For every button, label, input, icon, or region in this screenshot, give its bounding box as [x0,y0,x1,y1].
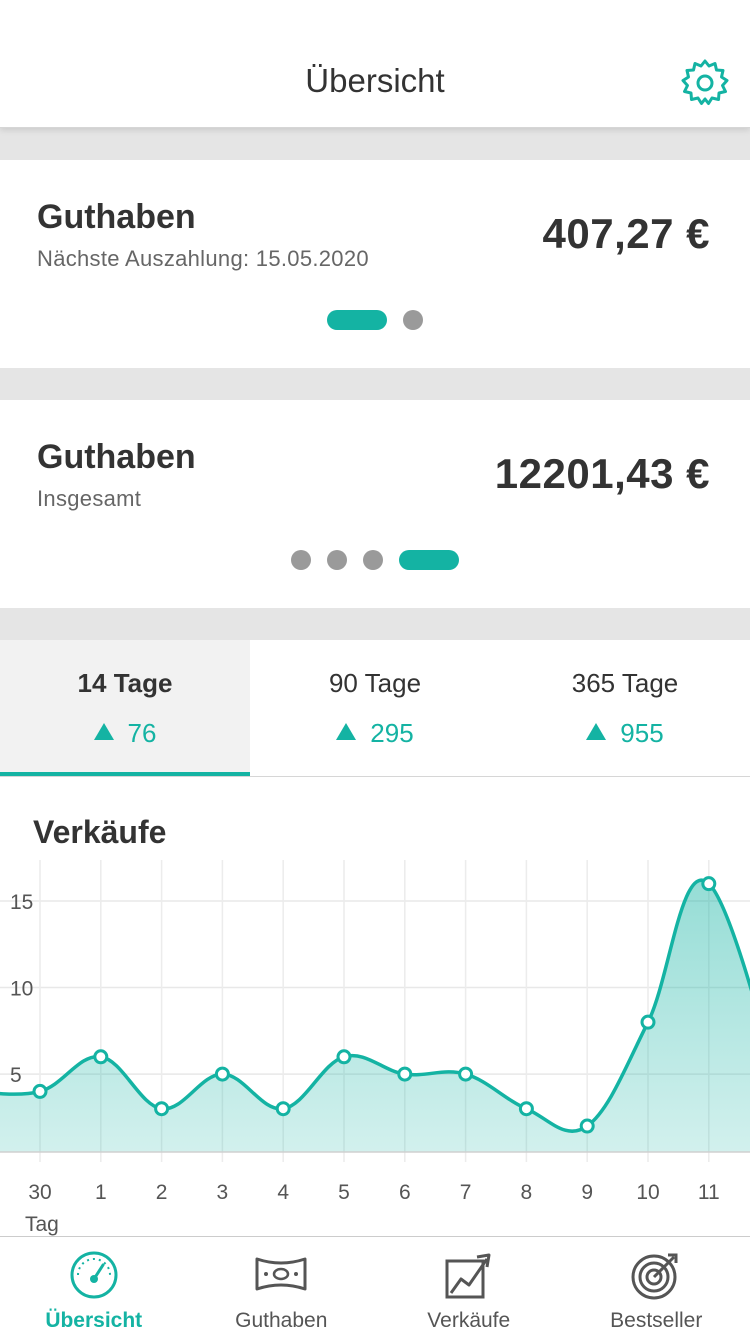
x-tick-label: 3 [217,1181,229,1204]
card-subtitle: Insgesamt [37,486,142,511]
x-tick-label: 2 [156,1181,168,1204]
tab-90-days[interactable]: 90 Tage 295 [250,640,500,776]
data-point[interactable] [214,1066,230,1082]
data-point[interactable] [93,1049,109,1065]
period-tabs: 14 Tage 76 90 Tage 295 365 Tage 955 [0,640,750,777]
tab-value: 76 [127,718,157,748]
page-indicator [0,550,750,570]
x-tick-label: 30 [28,1181,51,1204]
nav-item-balance[interactable]: Guthaben [188,1237,376,1334]
tab-value: 955 [620,718,664,748]
data-point[interactable] [518,1101,534,1117]
x-tick-label: 4 [277,1181,289,1204]
section-separator [0,608,750,640]
nav-item-overview[interactable]: Übersicht [0,1237,188,1334]
data-point[interactable] [397,1066,413,1082]
data-point[interactable] [275,1101,291,1117]
data-point[interactable] [701,876,717,892]
gear-icon[interactable] [680,58,730,108]
section-separator [0,128,750,160]
x-tick-label: 1 [95,1181,107,1204]
navigation-bar: Übersicht [0,0,750,128]
tab-value: 295 [370,718,414,748]
card-title: Guthaben [37,198,196,236]
sales-chart[interactable]: 5 10 15 30 1 2 3 4 5 6 7 8 9 10 11 Tag [0,860,750,1236]
arrow-up-icon [336,723,357,740]
card-amount: 12201,43 € [494,450,710,497]
nav-item-bestseller[interactable]: Bestseller [563,1237,750,1334]
page-indicator [0,310,750,330]
bottom-tab-bar: Übersicht Guthaben Verkäufe Bestseller [0,1236,750,1334]
data-point[interactable] [640,1014,656,1030]
tab-label: 365 Tage [571,668,679,698]
speedometer-icon [70,1251,118,1299]
x-tick-label: 11 [698,1181,720,1204]
y-tick-label: 10 [10,978,33,1001]
page-title: Übersicht [305,62,445,99]
page-dot[interactable] [403,310,423,330]
balance-card-total[interactable]: Guthaben Insgesamt 12201,43 € [0,400,750,608]
y-tick-label: 15 [10,891,33,914]
x-tick-label: 5 [338,1181,350,1204]
page-dot-active[interactable] [327,310,387,330]
page-dot[interactable] [363,550,383,570]
card-amount: 407,27 € [542,210,710,257]
page-dot[interactable] [291,550,311,570]
nav-label: Guthaben [235,1309,328,1332]
section-separator [0,368,750,400]
data-point[interactable] [32,1083,48,1099]
sales-chart-icon [445,1253,491,1299]
tab-label: 90 Tage [328,668,422,698]
tab-label: 14 Tage [77,668,173,698]
nav-item-sales[interactable]: Verkäufe [375,1237,563,1334]
x-tick-label: 7 [460,1181,472,1204]
nav-label: Übersicht [45,1309,143,1332]
x-tick-label: 8 [521,1181,533,1204]
x-tick-label: 10 [636,1181,659,1204]
card-subtitle: Nächste Auszahlung: 15.05.2020 [37,246,369,271]
x-tick-label: 6 [399,1181,411,1204]
nav-label: Bestseller [610,1309,703,1332]
page-dot-active[interactable] [399,550,459,570]
data-point[interactable] [154,1101,170,1117]
tab-365-days[interactable]: 365 Tage 955 [500,640,750,776]
page-dot[interactable] [327,550,347,570]
card-title: Guthaben [37,438,196,476]
nav-label: Verkäufe [427,1309,511,1332]
x-axis-label: Tag [25,1213,59,1236]
data-point[interactable] [579,1118,595,1134]
arrow-up-icon [586,723,607,740]
data-point[interactable] [336,1049,352,1065]
series-area [0,880,750,1152]
data-point[interactable] [458,1066,474,1082]
banknote-icon [255,1257,307,1291]
chart-title: Verkäufe [33,814,167,850]
balance-card-payout[interactable]: Guthaben Nächste Auszahlung: 15.05.2020 … [0,160,750,368]
arrow-up-icon [93,723,114,740]
x-tick-label: 9 [581,1181,593,1204]
y-tick-label: 5 [10,1064,22,1087]
tab-14-days[interactable]: 14 Tage 76 [0,640,250,776]
target-icon [631,1253,678,1300]
